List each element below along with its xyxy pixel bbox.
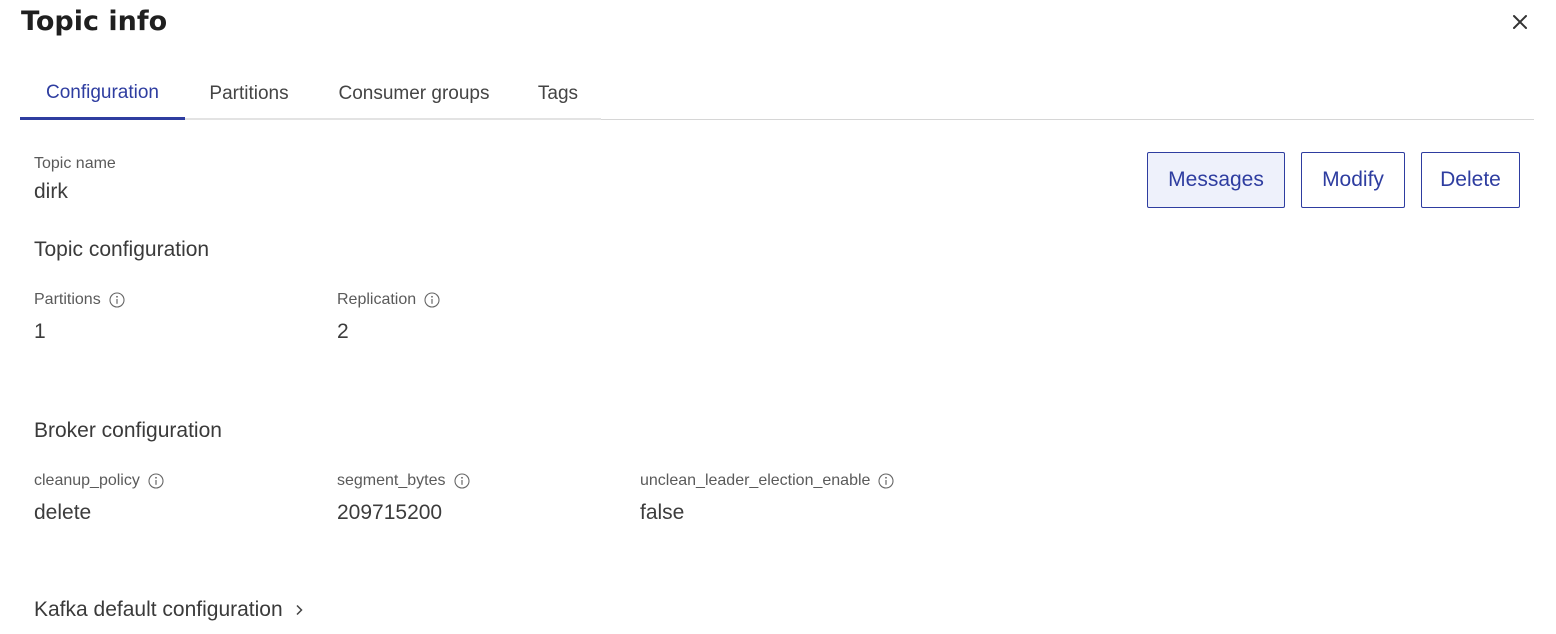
- segment-bytes-label-row: segment_bytes: [337, 472, 470, 490]
- tab-tags[interactable]: Tags: [515, 68, 601, 120]
- unclean-leader-election-label-row: unclean_leader_election_enable: [640, 472, 894, 490]
- close-button[interactable]: [1506, 8, 1534, 36]
- unclean-leader-election-label: unclean_leader_election_enable: [640, 472, 871, 489]
- segment-bytes-value: 209715200: [337, 501, 443, 524]
- cleanup-policy-label: cleanup_policy: [34, 472, 140, 489]
- broker-configuration-title: Broker configuration: [34, 419, 222, 442]
- tab-consumer-groups[interactable]: Consumer groups: [313, 68, 515, 120]
- tab-configuration[interactable]: Configuration: [20, 68, 185, 120]
- partitions-label: Partitions: [34, 291, 101, 308]
- partitions-value: 1: [34, 320, 46, 343]
- info-icon[interactable]: [424, 292, 440, 308]
- page-title: Topic info: [21, 6, 168, 37]
- delete-button[interactable]: Delete: [1421, 152, 1520, 208]
- kafka-default-configuration-label: Kafka default configuration: [34, 598, 283, 621]
- partitions-label-row: Partitions: [34, 291, 125, 309]
- info-icon[interactable]: [878, 473, 894, 489]
- replication-label-row: Replication: [337, 291, 440, 309]
- kafka-default-configuration-toggle[interactable]: Kafka default configuration: [34, 598, 305, 622]
- info-icon[interactable]: [453, 473, 470, 489]
- replication-label: Replication: [337, 291, 417, 308]
- chevron-right-icon: [296, 604, 303, 616]
- tab-bar: Configuration Partitions Consumer groups…: [20, 68, 1534, 120]
- tab-partitions[interactable]: Partitions: [185, 68, 313, 120]
- info-icon[interactable]: [109, 292, 125, 308]
- topic-name-label: Topic name: [34, 155, 116, 172]
- cleanup-policy-label-row: cleanup_policy: [34, 472, 164, 490]
- modify-button[interactable]: Modify: [1301, 152, 1405, 208]
- cleanup-policy-value: delete: [34, 501, 92, 524]
- info-icon[interactable]: [148, 473, 164, 489]
- topic-configuration-title: Topic configuration: [34, 238, 210, 261]
- topic-info-panel: Topic info Configuration Partitions Cons…: [0, 0, 1556, 634]
- messages-button[interactable]: Messages: [1147, 152, 1285, 208]
- replication-value: 2: [337, 320, 349, 343]
- segment-bytes-label: segment_bytes: [337, 472, 446, 489]
- unclean-leader-election-value: false: [640, 501, 685, 524]
- topic-name-value: dirk: [34, 180, 68, 203]
- close-icon: [1513, 15, 1527, 29]
